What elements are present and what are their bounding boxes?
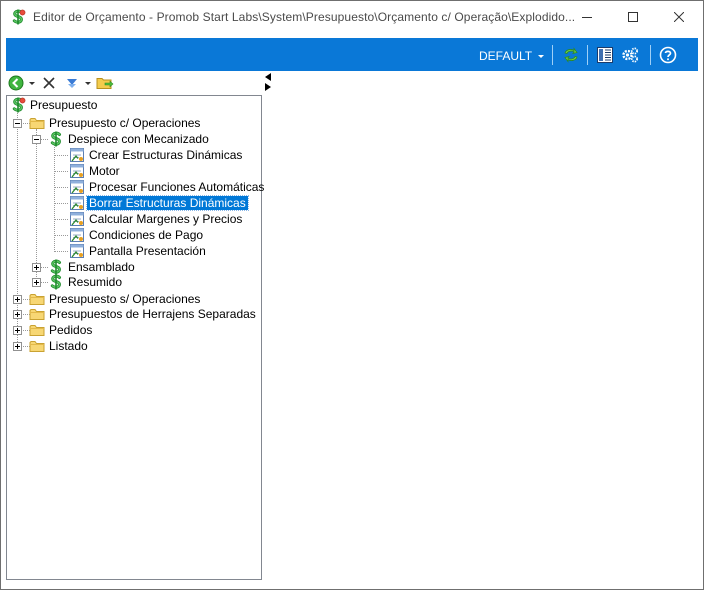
- tree-node-cutting-list[interactable]: Despiece con Mecanizado: [48, 131, 211, 147]
- tree-node-with-operations[interactable]: Presupuesto c/ Operaciones: [29, 115, 202, 131]
- script-icon: [69, 211, 85, 227]
- folder-icon: [29, 322, 45, 338]
- app-dollar-icon: [10, 9, 26, 25]
- script-icon: [69, 179, 85, 195]
- tree-node-presentation-screen[interactable]: Pantalla Presentación: [69, 243, 208, 259]
- tree-node-label: Presupuesto: [30, 98, 98, 112]
- tree-node-payment-terms[interactable]: Condiciones de Pago: [69, 227, 205, 243]
- budget-editor-window: Editor de Orçamento - Promob Start Labs\…: [0, 0, 704, 590]
- tree-node-listing[interactable]: Listado: [29, 338, 90, 354]
- panel-splitter-arrows[interactable]: [263, 72, 273, 92]
- tree-node-delete-structures[interactable]: Borrar Estructuras Dinámicas: [69, 195, 249, 211]
- dropdown-icon[interactable]: [84, 74, 92, 92]
- settings-icon[interactable]: [621, 46, 639, 64]
- minimize-icon: [582, 17, 592, 18]
- tree-node-label: Presupuesto s/ Operaciones: [49, 292, 201, 306]
- expand-toggle[interactable]: [13, 295, 22, 304]
- tree-node-process-functions[interactable]: Procesar Funciones Automáticas: [69, 179, 266, 195]
- script-icon: [69, 243, 85, 259]
- script-icon: [69, 195, 85, 211]
- minimize-button[interactable]: [564, 1, 610, 33]
- expand-toggle[interactable]: [13, 310, 22, 319]
- content-area: [273, 72, 698, 582]
- tree-node-label: Ensamblado: [68, 260, 135, 274]
- profile-selector[interactable]: DEFAULT: [479, 49, 545, 63]
- tree-node-label: Condiciones de Pago: [89, 228, 204, 242]
- expand-toggle[interactable]: [32, 278, 41, 287]
- script-icon: [69, 227, 85, 243]
- close-button[interactable]: [656, 1, 702, 33]
- profile-label: DEFAULT: [479, 49, 533, 63]
- tree-node-label: Listado: [49, 339, 88, 353]
- maximize-button[interactable]: [610, 1, 656, 33]
- tree-node-label: Crear Estructuras Dinámicas: [89, 148, 243, 162]
- dollar-icon: [48, 259, 64, 275]
- dropdown-icon[interactable]: [28, 74, 36, 92]
- dollar-icon: [48, 274, 64, 290]
- refresh-icon[interactable]: [562, 46, 580, 64]
- main-toolbar: DEFAULT: [6, 38, 698, 71]
- tree-node-calculate-margins[interactable]: Calcular Margenes y Precios: [69, 211, 244, 227]
- tree-node-without-operations[interactable]: Presupuesto s/ Operaciones: [29, 291, 202, 307]
- dollar-icon: [48, 131, 64, 147]
- help-icon[interactable]: [659, 46, 677, 64]
- delete-icon[interactable]: [41, 74, 57, 92]
- toolbar-divider: [650, 45, 651, 65]
- script-icon: [69, 163, 85, 179]
- toolbar-divider: [552, 45, 553, 65]
- collapse-toggle[interactable]: [32, 135, 41, 144]
- title-bar[interactable]: Editor de Orçamento - Promob Start Labs\…: [1, 1, 703, 35]
- expand-toggle[interactable]: [32, 263, 41, 272]
- tree-line: [54, 203, 68, 204]
- tree-node-create-structures[interactable]: Crear Estructuras Dinámicas: [69, 147, 244, 163]
- tree-node-separate-hardware[interactable]: Presupuestos de Herrajens Separadas: [29, 306, 258, 322]
- tree-node-label-selected: Borrar Estructuras Dinámicas: [86, 195, 249, 211]
- expand-toggle[interactable]: [13, 326, 22, 335]
- layout-icon[interactable]: [596, 46, 614, 64]
- tree-node-assembled[interactable]: Ensamblado: [48, 259, 137, 275]
- folder-icon: [29, 115, 45, 131]
- toolbar-divider: [587, 45, 588, 65]
- folder-icon: [29, 306, 45, 322]
- budget-tree: Presupuesto Presupuesto c/ Operaciones D…: [6, 95, 264, 580]
- tree-node-root[interactable]: Presupuesto: [10, 97, 99, 113]
- tree-node-orders[interactable]: Pedidos: [29, 322, 94, 338]
- tree-node-label: Pantalla Presentación: [89, 244, 206, 258]
- tree-node-motor[interactable]: Motor: [69, 163, 122, 179]
- tree-line: [54, 187, 68, 188]
- tree-node-label: Calcular Margenes y Precios: [89, 212, 243, 226]
- back-icon[interactable]: [8, 74, 24, 92]
- tree-line: [54, 235, 68, 236]
- tree-line: [36, 129, 37, 281]
- tree-node-label: Presupuesto c/ Operaciones: [49, 116, 201, 130]
- tree-node-label: Despiece con Mecanizado: [68, 132, 209, 146]
- close-icon: [674, 12, 684, 22]
- tree-node-label: Procesar Funciones Automáticas: [89, 180, 265, 194]
- tree-node-label: Motor: [89, 164, 120, 178]
- tree-line: [54, 219, 68, 220]
- move-down-icon[interactable]: [64, 74, 80, 92]
- tree-node-label: Resumido: [68, 275, 123, 289]
- tree-line: [54, 171, 68, 172]
- expand-toggle[interactable]: [13, 342, 22, 351]
- collapse-toggle[interactable]: [13, 119, 22, 128]
- tree-node-label: Pedidos: [49, 323, 93, 337]
- budget-root-icon: [10, 97, 26, 113]
- maximize-icon: [628, 12, 638, 22]
- script-icon: [69, 147, 85, 163]
- tree-line: [54, 251, 68, 252]
- tree-node-summary[interactable]: Resumido: [48, 274, 124, 290]
- tree-line: [54, 155, 68, 156]
- chevron-down-icon: [538, 55, 545, 58]
- folder-icon: [29, 338, 45, 354]
- tree-node-label: Presupuestos de Herrajens Separadas: [49, 307, 256, 321]
- folder-open-icon[interactable]: [96, 74, 114, 92]
- window-title: Editor de Orçamento - Promob Start Labs\…: [33, 10, 576, 24]
- tree-toolbar: [6, 72, 262, 94]
- folder-icon: [29, 291, 45, 307]
